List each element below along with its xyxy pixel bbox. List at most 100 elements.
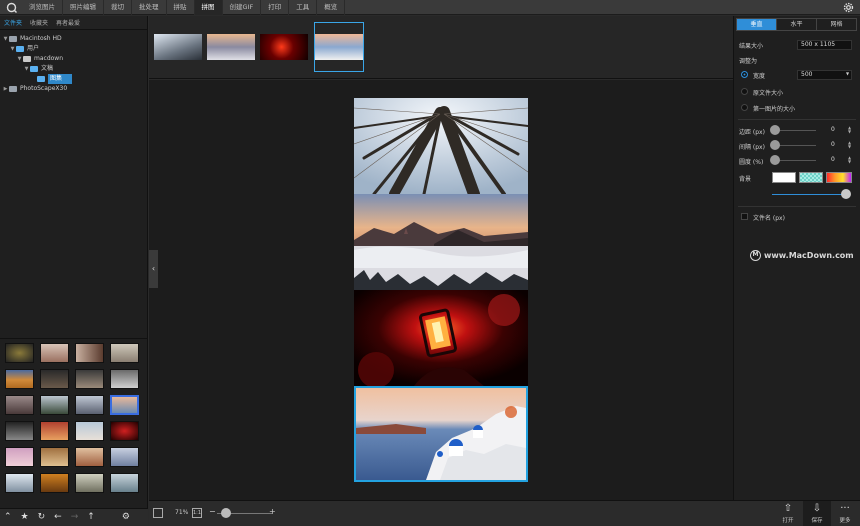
thumbnail[interactable]: [110, 369, 139, 389]
tab-favorites[interactable]: 收藏夹: [26, 18, 52, 27]
strip-photo-selected[interactable]: [314, 22, 364, 72]
tab-collage[interactable]: 拼贴: [167, 0, 195, 15]
radio-original-size[interactable]: [741, 88, 748, 95]
tab-gif[interactable]: 创建GIF: [223, 0, 262, 15]
tab-print[interactable]: 打印: [261, 0, 290, 15]
thumbnail[interactable]: [110, 421, 139, 441]
background-pattern-swatch[interactable]: [799, 172, 823, 183]
thumbnail[interactable]: [75, 447, 104, 467]
gear-icon[interactable]: ⚙: [122, 509, 130, 526]
tab-overview[interactable]: 概览: [317, 0, 346, 15]
zoom-out-icon[interactable]: −: [209, 507, 216, 516]
thumbnail-selected[interactable]: [110, 395, 139, 415]
thumbnail[interactable]: [110, 447, 139, 467]
background-opacity-slider-track[interactable]: [772, 194, 848, 195]
margin-slider-handle[interactable]: [770, 125, 780, 135]
thumbnail[interactable]: [5, 343, 34, 363]
arrow-right-icon[interactable]: →: [71, 509, 79, 526]
more-button[interactable]: ··· 更多: [831, 501, 859, 526]
thumbnail[interactable]: [5, 395, 34, 415]
collage-photo-mountains[interactable]: [354, 194, 528, 290]
filename-checkbox[interactable]: [741, 213, 748, 220]
tab-batch[interactable]: 批处理: [132, 0, 167, 15]
thumbnail[interactable]: [40, 343, 69, 363]
background-opacity-slider-handle[interactable]: [841, 189, 851, 199]
save-button[interactable]: ⇩ 保存: [803, 501, 831, 526]
margin-value[interactable]: 0: [831, 126, 835, 133]
collage-photo-lantern[interactable]: [354, 290, 528, 386]
thumbnail[interactable]: [75, 473, 104, 493]
thumbnail[interactable]: [75, 343, 104, 363]
thumbnail[interactable]: [110, 473, 139, 493]
disclosure-right-icon[interactable]: ▶: [2, 84, 9, 94]
open-button[interactable]: ⇧ 打开: [774, 501, 802, 526]
chevron-up-icon[interactable]: ⌃: [4, 509, 12, 526]
thumbnail[interactable]: [5, 473, 34, 493]
roundness-stepper-icon[interactable]: ▲ ▼: [848, 156, 851, 164]
collage-photo-santorini[interactable]: [354, 386, 528, 482]
tab-folders[interactable]: 文件夹: [0, 18, 26, 27]
star-icon[interactable]: ★: [21, 509, 29, 526]
app-logo-icon[interactable]: [0, 0, 22, 15]
spacing-stepper-icon[interactable]: ▲ ▼: [848, 141, 851, 149]
radio-first-image-size[interactable]: [741, 104, 748, 111]
zoom-slider-handle[interactable]: [221, 508, 231, 518]
spacing-slider-track[interactable]: [774, 145, 816, 146]
disclosure-down-icon[interactable]: ▼: [9, 44, 16, 54]
thumbnail[interactable]: [5, 421, 34, 441]
disclosure-down-icon[interactable]: ▼: [16, 54, 23, 64]
arrow-up-icon[interactable]: ↑: [87, 509, 95, 526]
collage-photo-forest[interactable]: [354, 98, 528, 194]
tree-item-photoscapex[interactable]: ▶ PhotoScapeX30: [0, 84, 147, 94]
actual-size-button[interactable]: 1:1: [192, 508, 202, 518]
radio-width[interactable]: [741, 71, 748, 78]
thumbnail[interactable]: [40, 447, 69, 467]
zoom-in-icon[interactable]: +: [269, 507, 276, 516]
tab-combine[interactable]: 拼图: [194, 0, 223, 15]
fit-view-icon[interactable]: [153, 508, 163, 518]
strip-photo[interactable]: [153, 22, 203, 72]
tab-horizontal[interactable]: 水平: [777, 19, 817, 30]
thumbnail[interactable]: [40, 395, 69, 415]
roundness-slider-track[interactable]: [774, 160, 816, 161]
thumbnail[interactable]: [75, 421, 104, 441]
disclosure-down-icon[interactable]: ▼: [2, 34, 9, 44]
disclosure-down-icon[interactable]: ▼: [23, 64, 30, 74]
background-gradient-swatch[interactable]: [826, 172, 852, 183]
tab-recent[interactable]: 再者最爱: [52, 18, 84, 27]
thumbnail[interactable]: [75, 369, 104, 389]
background-color-swatch[interactable]: [772, 172, 796, 183]
tab-cut[interactable]: 裁切: [104, 0, 132, 15]
thumbnail[interactable]: [40, 421, 69, 441]
tree-item-macdown[interactable]: ▼ macdown: [0, 54, 147, 64]
refresh-icon[interactable]: ↻: [38, 509, 46, 526]
tab-viewer[interactable]: 浏览图片: [22, 0, 63, 15]
thumbnail[interactable]: [40, 369, 69, 389]
thumbnail[interactable]: [75, 395, 104, 415]
thumbnail[interactable]: [110, 343, 139, 363]
settings-gear-icon[interactable]: [843, 2, 854, 15]
tree-item-macintosh-hd[interactable]: ▼ Macintosh HD: [0, 34, 147, 44]
arrow-left-icon[interactable]: ←: [54, 509, 62, 526]
tab-editor[interactable]: 照片编辑: [63, 0, 104, 15]
collapse-panel-chevron-icon[interactable]: ‹: [149, 250, 158, 288]
tab-tools[interactable]: 工具: [289, 0, 318, 15]
roundness-value[interactable]: 0: [831, 156, 835, 163]
margin-stepper-icon[interactable]: ▲ ▼: [848, 126, 851, 134]
thumbnail[interactable]: [5, 369, 34, 389]
spacing-slider-handle[interactable]: [770, 140, 780, 150]
folder-tree: ▼ Macintosh HD ▼ 用户 ▼ macdown ▼ 文稿 图集 ▶ …: [0, 30, 147, 94]
thumbnail[interactable]: [40, 473, 69, 493]
tab-grid[interactable]: 网格: [817, 19, 856, 30]
margin-slider-track[interactable]: [774, 130, 816, 131]
tree-item-gallery[interactable]: 图集: [0, 74, 147, 84]
roundness-slider-handle[interactable]: [770, 155, 780, 165]
strip-photo[interactable]: [259, 22, 309, 72]
strip-photo[interactable]: [206, 22, 256, 72]
tab-vertical[interactable]: 垂直: [737, 19, 777, 30]
tree-item-documents[interactable]: ▼ 文稿: [0, 64, 147, 74]
spacing-value[interactable]: 0: [831, 141, 835, 148]
width-select[interactable]: 500: [797, 70, 852, 80]
tree-item-users[interactable]: ▼ 用户: [0, 44, 147, 54]
thumbnail[interactable]: [5, 447, 34, 467]
